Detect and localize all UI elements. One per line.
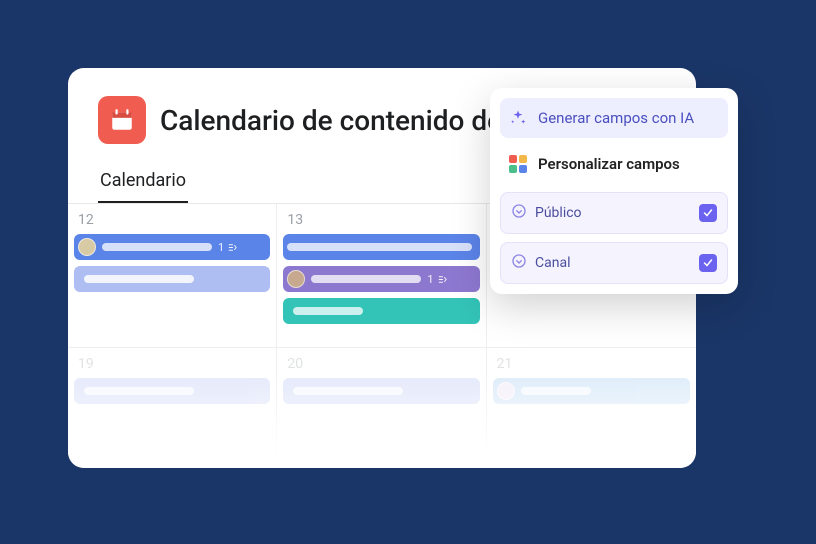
field-toggle-canal[interactable]: Canal <box>500 242 728 284</box>
task-item[interactable] <box>493 378 690 404</box>
dropdown-circle-icon <box>511 203 527 223</box>
day-number: 12 <box>74 210 270 234</box>
task-title-placeholder <box>521 387 591 395</box>
subtask-count: 1 <box>427 273 447 286</box>
tab-calendar[interactable]: Calendario <box>98 164 188 203</box>
day-cell[interactable]: 12 1 <box>68 204 277 348</box>
task-item[interactable]: 1 <box>74 234 270 260</box>
task-title-placeholder <box>84 275 194 283</box>
task-title-placeholder <box>84 387 194 395</box>
day-cell[interactable]: 19 <box>68 348 277 468</box>
avatar <box>78 238 96 256</box>
task-item[interactable] <box>283 378 479 404</box>
task-title-placeholder <box>311 275 421 283</box>
task-title-placeholder <box>102 243 212 251</box>
avatar <box>287 270 305 288</box>
sparkles-icon <box>508 108 528 128</box>
day-cell[interactable]: 13 1 <box>277 204 486 348</box>
task-item[interactable] <box>283 298 479 324</box>
task-item[interactable] <box>74 266 270 292</box>
field-label: Público <box>535 205 582 221</box>
field-label: Canal <box>535 255 570 271</box>
avatar <box>497 382 515 400</box>
task-title-placeholder <box>293 387 403 395</box>
customize-fields-button[interactable]: Personalizar campos <box>500 144 728 184</box>
task-item[interactable] <box>283 234 479 260</box>
customize-fields-popover: Generar campos con IA Personalizar campo… <box>490 88 738 294</box>
dropdown-circle-icon <box>511 253 527 273</box>
fields-grid-icon <box>508 154 528 174</box>
task-title-placeholder <box>293 307 363 315</box>
day-cell[interactable]: 21 <box>487 348 696 468</box>
subtask-count: 1 <box>218 241 238 254</box>
calendar-app-icon <box>98 96 146 144</box>
day-cell[interactable]: 20 <box>277 348 486 468</box>
task-item[interactable]: 1 <box>283 266 479 292</box>
generate-fields-ai-button[interactable]: Generar campos con IA <box>500 98 728 138</box>
task-title-placeholder <box>287 243 471 251</box>
generate-ai-label: Generar campos con IA <box>538 109 694 127</box>
day-number: 21 <box>493 354 690 378</box>
day-number: 20 <box>283 354 479 378</box>
task-item[interactable] <box>74 378 270 404</box>
day-number: 19 <box>74 354 270 378</box>
customize-label: Personalizar campos <box>538 155 680 173</box>
page-title: Calendario de contenido de <box>160 104 502 137</box>
day-number: 13 <box>283 210 479 234</box>
checkbox-checked-icon[interactable] <box>699 254 717 272</box>
field-toggle-publico[interactable]: Público <box>500 192 728 234</box>
checkbox-checked-icon[interactable] <box>699 204 717 222</box>
